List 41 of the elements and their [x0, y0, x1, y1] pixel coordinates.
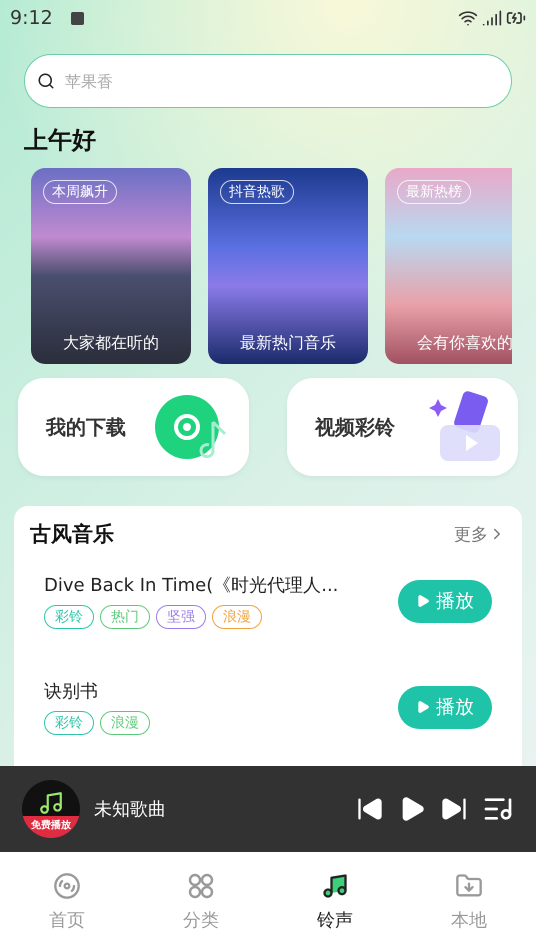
nav-tab[interactable]: 首页 [0, 852, 134, 952]
art-label: 免费播放 [31, 818, 71, 832]
nav-tab[interactable]: 分类 [134, 852, 268, 952]
grid-icon [187, 872, 215, 900]
song-title: 诀别书 [44, 680, 99, 703]
search-icon [37, 72, 55, 90]
song-tag: 彩铃 [44, 605, 94, 629]
card-badge: 本周飙升 [43, 180, 117, 204]
card-badge: 抖音热歌 [220, 180, 294, 204]
shortcut-label: 视频彩铃 [315, 414, 395, 440]
song-title: Dive Back In Time(《时光代理人... [44, 574, 338, 597]
play-icon [416, 594, 430, 608]
music-note-icon [321, 872, 349, 900]
play-icon [416, 700, 430, 714]
album-art[interactable]: 免费播放 [22, 780, 80, 838]
playlist-card[interactable]: 抖音热歌 最新热门音乐 [208, 168, 368, 364]
music-note-icon [38, 790, 64, 816]
card-badge: 最新热榜 [397, 180, 471, 204]
song-tag: 热门 [100, 605, 150, 629]
card-caption: 大家都在听的 [62, 333, 160, 354]
playlist-card[interactable]: 本周飙升 大家都在听的 [31, 168, 191, 364]
shortcut-card[interactable]: 视频彩铃 [287, 378, 518, 476]
shortcut-card[interactable]: 我的下载 [18, 378, 249, 476]
greeting-title: 上午好 [24, 125, 96, 156]
card-caption: 会有你喜欢的 [416, 333, 512, 354]
status-time: 9:12 [10, 7, 53, 29]
more-link[interactable]: 更多 [454, 522, 506, 546]
search-box[interactable]: 苹果香 [24, 54, 512, 108]
card-caption: 最新热门音乐 [239, 333, 337, 354]
shortcut-label: 我的下载 [46, 414, 126, 440]
song-tag: 坚强 [156, 605, 206, 629]
nav-tab[interactable]: 本地 [402, 852, 536, 952]
section-title: 古风音乐 [30, 521, 114, 548]
disc-icon [53, 872, 81, 900]
playlist-card[interactable]: 最新热榜 会有你喜欢的 [385, 168, 512, 364]
player-title: 未知歌曲 [94, 798, 167, 821]
nav-tab[interactable]: 铃声 [268, 852, 402, 952]
song-tag: 浪漫 [100, 711, 150, 735]
song-tag: 浪漫 [212, 605, 262, 629]
song-tag: 彩铃 [44, 711, 94, 735]
signal-icon [482, 8, 502, 28]
